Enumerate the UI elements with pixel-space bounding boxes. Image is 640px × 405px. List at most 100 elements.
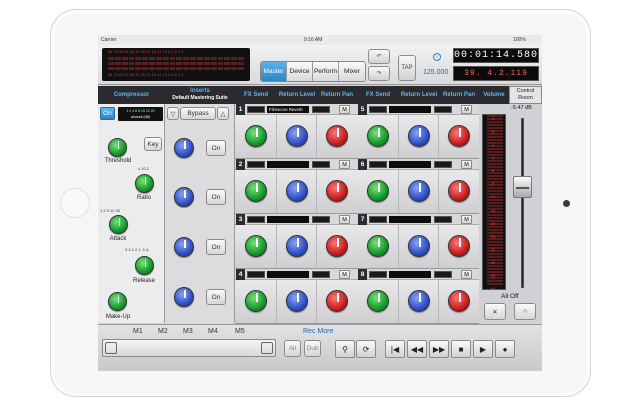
inserts-preset[interactable]: Default Mastering Suite (172, 95, 228, 102)
return-meter (312, 106, 330, 113)
fast-forward-icon: ▶▶ (432, 344, 446, 354)
dub-button[interactable]: Dub (304, 340, 321, 357)
tab-master[interactable]: Master (261, 62, 287, 81)
rewind-button[interactable]: ◀◀ (407, 340, 427, 358)
fx-slot[interactable] (267, 161, 309, 168)
fx-send-knob[interactable] (367, 180, 389, 202)
marker-m3[interactable]: M3 (183, 328, 193, 335)
fx-send-knob[interactable] (245, 290, 267, 312)
tap-button[interactable]: TAP (398, 55, 416, 81)
return-pan-knob[interactable] (448, 235, 470, 257)
marker-m5[interactable]: M5 (235, 328, 245, 335)
bypass-button[interactable]: Bypass (180, 107, 216, 120)
insert-on-button-1[interactable]: On (206, 140, 226, 156)
fast-forward-button[interactable]: ▶▶ (429, 340, 449, 358)
tab-device[interactable]: Device (287, 62, 313, 81)
volume-fader[interactable] (513, 176, 532, 198)
tab-mixer[interactable]: Mixer (339, 62, 365, 81)
fx-send-knob[interactable] (367, 235, 389, 257)
return-level-knob[interactable] (286, 125, 308, 147)
tab-perform[interactable]: Perform (313, 62, 339, 81)
rewind-start-button[interactable]: |◀ (385, 340, 405, 358)
scroll-end-handle[interactable] (261, 342, 273, 354)
marker-m4[interactable]: M4 (208, 328, 218, 335)
channel-number: 8 (358, 269, 367, 280)
fx-send-knob[interactable] (245, 125, 267, 147)
headphones-button[interactable]: ∩ (514, 303, 536, 320)
return-level-knob[interactable] (286, 235, 308, 257)
fx-slot[interactable] (389, 106, 431, 113)
return-pan-knob[interactable] (326, 290, 348, 312)
stop-button[interactable]: ■ (451, 340, 471, 358)
insert-knob-1[interactable] (174, 138, 194, 158)
makeup-label: Make-Up (105, 314, 131, 320)
home-button[interactable] (60, 188, 90, 218)
mute-button[interactable]: M (461, 160, 472, 169)
key-button[interactable]: Key (144, 137, 162, 151)
return-level-knob[interactable] (408, 125, 430, 147)
attack-knob[interactable] (109, 215, 128, 234)
play-button[interactable]: ▶ (473, 340, 493, 358)
control-room-button[interactable]: Control Room (509, 86, 542, 104)
fx-slot[interactable] (267, 216, 309, 223)
insert-knob-4[interactable] (174, 287, 194, 307)
return-pan-knob[interactable] (448, 180, 470, 202)
mute-button[interactable]: M (461, 215, 472, 224)
return-pan-knob[interactable] (448, 125, 470, 147)
fx-slot[interactable] (389, 216, 431, 223)
insert-knob-2[interactable] (174, 187, 194, 207)
insert-on-button-4[interactable]: On (206, 289, 226, 305)
return-level-knob[interactable] (408, 180, 430, 202)
fx-slot[interactable] (267, 271, 309, 278)
record-button[interactable]: ● (495, 340, 515, 358)
undo-button[interactable]: ↶ (368, 49, 390, 64)
fx-send-knob[interactable] (367, 125, 389, 147)
info-icon[interactable]: i (433, 53, 441, 61)
next-preset-button[interactable]: △ (217, 107, 229, 120)
prev-preset-button[interactable]: ▽ (167, 107, 179, 120)
marker-m1[interactable]: M1 (133, 328, 143, 335)
mute-button[interactable]: M (339, 160, 350, 169)
mute-button[interactable]: M (339, 215, 350, 224)
header-bar: 88 78 58 58 48 38 28 22 18 14 10 6 4 2 0… (98, 45, 542, 85)
makeup-knob[interactable] (108, 292, 127, 311)
fx-slot[interactable]: Filmscore Reverb (267, 106, 309, 113)
return-pan-knob[interactable] (448, 290, 470, 312)
time-counter[interactable]: 00:01:14.580 (453, 48, 539, 63)
return-level-knob[interactable] (408, 290, 430, 312)
insert-knob-3[interactable] (174, 237, 194, 257)
insert-on-button-2[interactable]: On (206, 189, 226, 205)
metronome-button[interactable]: ⚲ (335, 340, 355, 358)
fx-send-knob[interactable] (245, 180, 267, 202)
mute-all-button[interactable]: ✕ (484, 303, 506, 320)
fx-send-knob[interactable] (367, 290, 389, 312)
threshold-knob[interactable] (108, 138, 127, 157)
marker-m2[interactable]: M2 (158, 328, 168, 335)
loop-button[interactable]: ⟳ (356, 340, 376, 358)
insert-on-button-3[interactable]: On (206, 239, 226, 255)
return-pan-knob[interactable] (326, 180, 348, 202)
meter-row-right (108, 67, 244, 70)
return-level-knob[interactable] (408, 235, 430, 257)
scroll-start-handle[interactable] (105, 342, 117, 354)
fx-slot[interactable] (389, 161, 431, 168)
rec-more-link[interactable]: Rec More (303, 328, 333, 335)
fx-slot[interactable] (389, 271, 431, 278)
return-pan-knob[interactable] (326, 235, 348, 257)
fx-send-knob[interactable] (245, 235, 267, 257)
tempo-display[interactable]: 125.000 (423, 69, 448, 76)
return-level-knob[interactable] (286, 180, 308, 202)
mute-button[interactable]: M (461, 270, 472, 279)
return-pan-knob[interactable] (326, 125, 348, 147)
timeline-scrollbar[interactable] (102, 339, 276, 357)
release-knob[interactable] (135, 256, 154, 275)
mute-button[interactable]: M (461, 105, 472, 114)
mute-button[interactable]: M (339, 270, 350, 279)
redo-button[interactable]: ↷ (368, 66, 390, 81)
alt-button[interactable]: Alt (284, 340, 301, 357)
compressor-on-button[interactable]: On (100, 107, 115, 120)
mute-button[interactable]: M (339, 105, 350, 114)
bars-counter[interactable]: 39. 4.2.119 (453, 66, 539, 81)
ratio-knob[interactable] (135, 174, 154, 193)
return-level-knob[interactable] (286, 290, 308, 312)
